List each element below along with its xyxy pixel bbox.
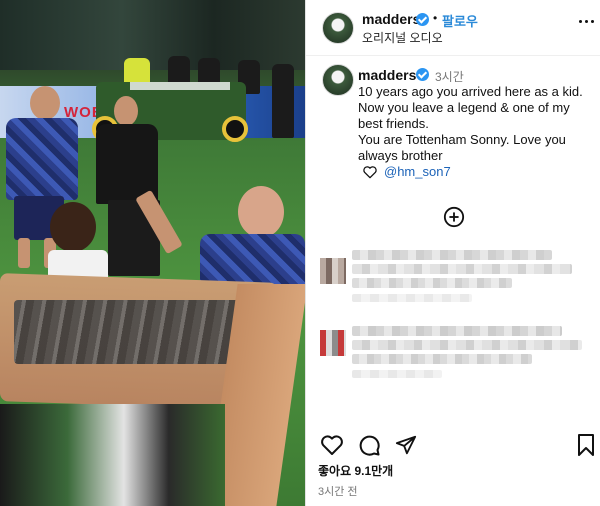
comment-blurred <box>352 340 582 350</box>
more-horizontal-icon[interactable] <box>578 12 596 30</box>
comment-blurred <box>352 278 512 288</box>
verified-badge-icon <box>416 13 429 26</box>
player-leg <box>18 238 30 268</box>
comment-avatar-blurred <box>320 258 346 284</box>
caption-line: Now you leave a legend & one of my <box>358 100 570 115</box>
staff-head <box>114 96 138 126</box>
bookmark-icon[interactable] <box>576 433 596 457</box>
send-icon[interactable] <box>395 434 417 456</box>
comment-icon[interactable] <box>357 433 381 457</box>
comment-blurred <box>352 294 472 302</box>
comment-blurred <box>352 326 562 336</box>
player-head <box>30 86 60 120</box>
post-header: madders • 팔로우 오리지널 오디오 <box>306 0 600 56</box>
caption-username[interactable]: madders <box>358 67 416 83</box>
plus-circle-icon[interactable] <box>443 206 465 228</box>
author-username[interactable]: madders <box>362 11 420 27</box>
comment-avatar-blurred <box>320 330 346 356</box>
background-person <box>272 64 294 138</box>
waving-player-head <box>238 186 284 238</box>
caption-avatar[interactable] <box>322 64 354 96</box>
audio-label[interactable]: 오리지널 오디오 <box>362 29 443 46</box>
comment-blurred <box>352 354 532 364</box>
cart-roof <box>130 82 230 90</box>
heart-outline-icon[interactable] <box>362 165 378 179</box>
cart-wheel <box>222 116 248 142</box>
caption-line: best friends. <box>358 116 429 131</box>
post-timestamp[interactable]: 3시간 전 <box>318 483 358 499</box>
player-jersey <box>6 118 78 200</box>
follow-button[interactable]: 팔로우 <box>442 11 478 30</box>
action-bar <box>306 426 600 460</box>
heart-icon[interactable] <box>320 434 344 456</box>
author-avatar[interactable] <box>322 12 354 44</box>
comment-blurred <box>352 264 572 274</box>
caption-line: You are Tottenham Sonny. Love you <box>358 132 566 147</box>
separator-dot: • <box>433 11 438 25</box>
verified-badge-icon <box>416 68 429 81</box>
likes-count[interactable]: 좋아요 9.1만개 <box>318 462 393 479</box>
caption-time: 3시간 <box>435 70 464 84</box>
caption-line: 10 years ago you arrived here as a kid. <box>358 84 583 99</box>
post-video[interactable]: WOB <box>0 0 305 506</box>
spectator-hair <box>50 202 96 252</box>
caption-line: always brother <box>358 148 443 163</box>
foreground-crowd <box>0 404 225 506</box>
comment-blurred <box>352 250 552 260</box>
mention-link[interactable]: @hm_son7 <box>384 164 451 179</box>
stadium-stands <box>0 0 305 70</box>
comment-blurred <box>352 370 442 378</box>
caption-text: 10 years ago you arrived here as a kid. … <box>358 84 590 164</box>
post-panel: madders • 팔로우 오리지널 오디오 madders 3시간 10 ye… <box>305 0 600 506</box>
